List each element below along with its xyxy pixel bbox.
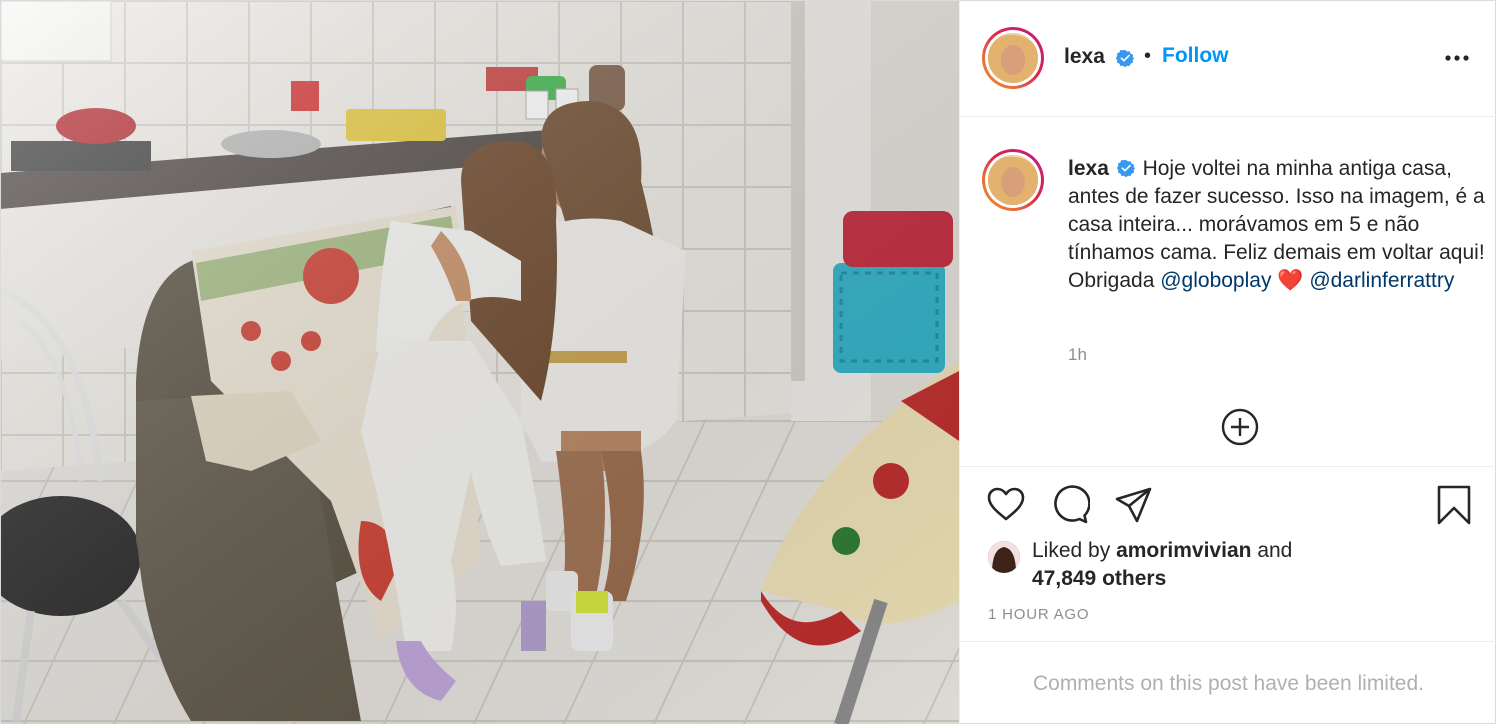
likes-count[interactable]: 47,849 others	[1032, 567, 1166, 591]
mention-darlinferrattry[interactable]: @darlinferrattry	[1309, 269, 1454, 292]
avatar-photo	[988, 155, 1038, 205]
liker-avatar[interactable]	[988, 541, 1020, 573]
share-icon[interactable]	[1114, 485, 1154, 525]
comments-limited-text: Comments on this post have been limited.	[1032, 672, 1425, 695]
post-photo[interactable]	[1, 1, 959, 724]
comments-limited-notice: Comments on this post have been limited.	[960, 641, 1496, 724]
photo-illustration	[1, 1, 959, 724]
follow-button[interactable]: Follow	[1162, 44, 1229, 68]
liked-by-prefix: Liked by	[1032, 539, 1111, 562]
caption-avatar[interactable]	[982, 149, 1044, 211]
more-options-icon[interactable]	[1444, 45, 1470, 71]
like-heart-icon[interactable]	[986, 485, 1026, 525]
action-bar	[960, 467, 1496, 537]
post-timestamp[interactable]: 1 HOUR AGO	[988, 606, 1089, 623]
bookmark-icon[interactable]	[1434, 485, 1474, 525]
liker-photo	[988, 541, 1020, 573]
comment-icon[interactable]	[1050, 485, 1090, 525]
author-username[interactable]: lexa	[1064, 45, 1105, 69]
post-header: lexa • Follow	[960, 1, 1496, 117]
caption-username[interactable]: lexa	[1068, 157, 1109, 180]
post-frame: lexa • Follow lexa Hoje voltei na minha …	[0, 0, 1496, 724]
verified-icon	[1116, 159, 1136, 178]
avatar-photo	[988, 33, 1038, 83]
header-separator: •	[1144, 45, 1152, 67]
author-avatar[interactable]	[982, 27, 1044, 89]
likes-section: Liked by amorimvivian and 47,849 others	[960, 537, 1496, 601]
caption-section: lexa Hoje voltei na minha antiga casa, a…	[960, 117, 1496, 467]
caption-time: 1h	[1068, 345, 1087, 364]
post-side-panel: lexa • Follow lexa Hoje voltei na minha …	[959, 1, 1496, 724]
liked-by-line: Liked by amorimvivian and	[1032, 539, 1292, 563]
mention-globoplay[interactable]: @globoplay	[1160, 269, 1271, 292]
verified-icon	[1116, 49, 1134, 67]
caption-text: lexa Hoje voltei na minha antiga casa, a…	[1068, 155, 1488, 295]
heart-emoji: ❤️	[1277, 269, 1304, 292]
liked-by-and: and	[1257, 539, 1293, 562]
add-circle-icon[interactable]	[1220, 407, 1260, 447]
liked-by-user[interactable]: amorimvivian	[1116, 539, 1251, 562]
